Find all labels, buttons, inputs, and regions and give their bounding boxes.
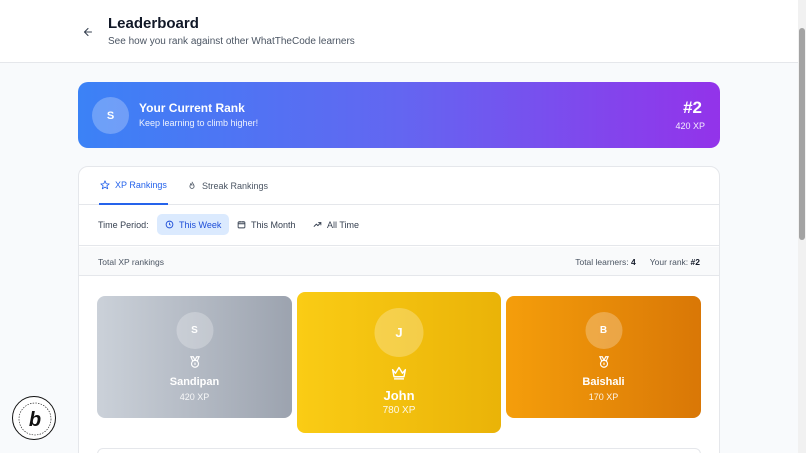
total-learners: Total learners: 4 (575, 257, 636, 267)
podium-name: John (383, 388, 415, 403)
podium-name: Baishali (582, 376, 625, 388)
ranking-tabs: XP Rankings Streak Rankings (79, 167, 719, 205)
time-period-label: Time Period: (98, 220, 149, 230)
total-learners-label: Total learners: (575, 257, 629, 267)
podium-name: Sandipan (169, 376, 220, 388)
arrow-left-icon (83, 27, 93, 37)
scrollbar-thumb[interactable] (799, 28, 805, 240)
current-rank-banner: S Your Current Rank Keep learning to cli… (78, 82, 720, 148)
period-all-time-button[interactable]: All Time (305, 214, 367, 235)
leaderboard-list-row (97, 448, 701, 453)
tab-label: Streak Rankings (202, 181, 269, 191)
your-rank-value: #2 (690, 257, 700, 267)
crown-icon (391, 365, 408, 385)
tab-label: XP Rankings (115, 180, 167, 190)
clock-icon (165, 220, 174, 229)
summary-bar: Total XP rankings Total learners: 4 Your… (79, 247, 719, 276)
total-learners-value: 4 (630, 257, 636, 267)
your-rank-label: Your rank: (649, 257, 689, 267)
time-period-filter: Time Period: This Week This Month All Ti… (79, 205, 719, 246)
tab-streak-rankings[interactable]: Streak Rankings (187, 167, 268, 205)
star-icon (100, 180, 110, 190)
avatar: B (585, 312, 622, 349)
period-this-week-button[interactable]: This Week (157, 214, 230, 235)
current-rank-xp: 420 XP (675, 121, 705, 131)
podium-third-place[interactable]: B Baishali 170 XP (506, 296, 701, 418)
period-this-month-button[interactable]: This Month (229, 214, 304, 235)
flame-icon (189, 181, 195, 189)
podium-xp: 170 XP (588, 392, 619, 402)
tab-xp-rankings[interactable]: XP Rankings (99, 167, 168, 205)
avatar: S (176, 312, 213, 349)
trending-up-icon (313, 222, 322, 227)
calendar-icon (237, 221, 246, 229)
period-label: This Week (179, 219, 222, 230)
svg-text:b: b (29, 409, 41, 431)
current-rank-title: Your Current Rank (139, 101, 245, 115)
podium-first-place[interactable]: J John 780 XP (297, 292, 501, 433)
bolt-logo-icon: b (18, 402, 52, 436)
page-header: Leaderboard See how you rank against oth… (0, 0, 798, 63)
avatar: J (374, 308, 424, 357)
current-rank-subtitle: Keep learning to climb higher! (139, 118, 259, 128)
period-label: All Time (327, 219, 360, 230)
summary-stats: Total learners: 4 Your rank: #2 (575, 257, 700, 267)
summary-label: Total XP rankings (98, 257, 164, 267)
medal-icon (597, 355, 611, 374)
avatar: S (92, 97, 129, 134)
bolt-badge[interactable]: b (12, 396, 56, 440)
back-button[interactable] (80, 24, 96, 40)
period-label: This Month (251, 219, 296, 230)
medal-icon (188, 355, 202, 374)
page-title: Leaderboard (108, 15, 199, 32)
podium-xp: 420 XP (179, 392, 210, 402)
current-rank-number: #2 (683, 98, 702, 117)
your-rank: Your rank: #2 (650, 257, 700, 267)
podium-second-place[interactable]: S Sandipan 420 XP (97, 296, 292, 418)
podium-xp: 780 XP (382, 405, 416, 416)
page-subtitle: See how you rank against other WhatTheCo… (108, 36, 355, 47)
